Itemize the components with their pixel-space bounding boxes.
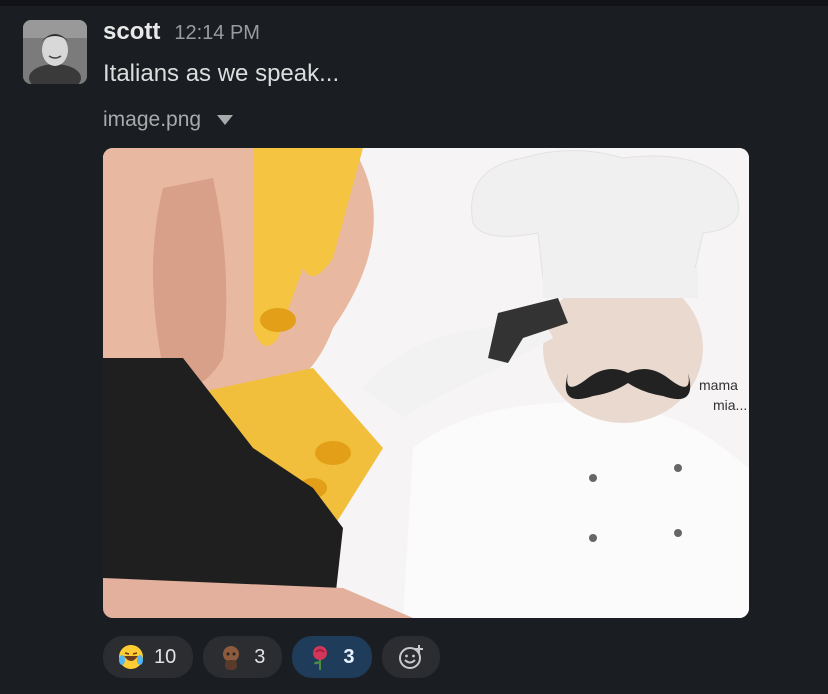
reaction-count: 10 xyxy=(154,645,177,668)
reaction-count: 3 xyxy=(343,645,355,668)
caption-line-2: mia... xyxy=(713,397,747,413)
attachment-image[interactable]: mama mia... xyxy=(103,148,749,618)
hat-band-shape xyxy=(543,268,698,298)
file-header: image.png xyxy=(103,108,234,132)
caption-line-1: mama xyxy=(699,377,738,393)
author-name[interactable]: scott xyxy=(103,18,160,46)
add-reaction-icon xyxy=(398,645,423,669)
top-divider xyxy=(0,0,828,6)
chevron-down-icon[interactable] xyxy=(217,115,234,125)
reaction-rose[interactable]: 3 xyxy=(292,636,372,678)
attachment-filename[interactable]: image.png xyxy=(103,108,201,132)
reaction-laughing[interactable]: 10 xyxy=(103,636,194,678)
add-reaction-button[interactable] xyxy=(381,636,440,678)
laughing-crying-emoji-icon xyxy=(119,645,143,669)
avatar[interactable] xyxy=(23,20,87,84)
reaction-count: 3 xyxy=(254,645,266,668)
chef-body-shape xyxy=(403,402,749,618)
message-text: Italians as we speak... xyxy=(103,60,340,87)
reaction-bar: 10 3 3 xyxy=(103,636,440,678)
reaction-person[interactable]: 3 xyxy=(203,636,283,678)
rose-emoji-icon xyxy=(313,646,328,670)
message-header: scott 12:14 PM xyxy=(103,18,260,50)
message-timestamp[interactable]: 12:14 PM xyxy=(174,22,260,45)
custom-person-emoji-icon xyxy=(223,646,240,670)
